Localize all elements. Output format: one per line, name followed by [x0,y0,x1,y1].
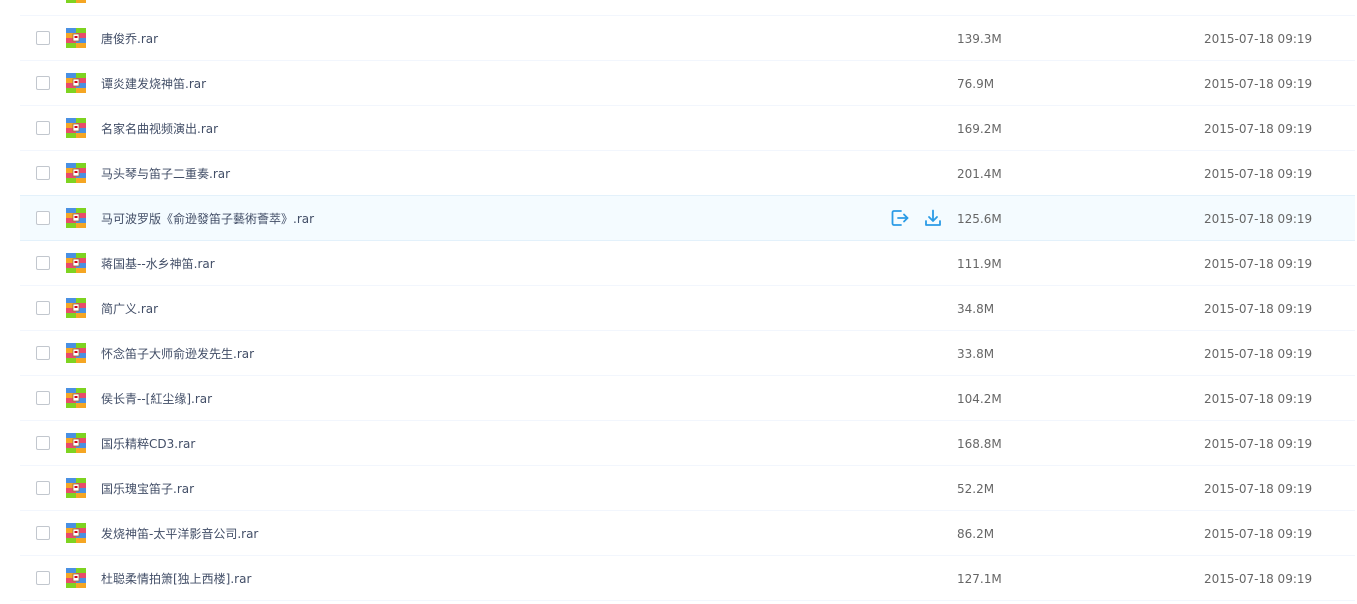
row-checkbox[interactable] [36,211,50,225]
row-checkbox[interactable] [36,301,50,315]
rar-archive-icon [66,433,86,453]
file-size: 139.3M [957,32,1002,46]
row-actions [890,208,946,228]
file-size: 168.8M [957,437,1002,451]
file-date: 2015-07-18 09:19 [1204,77,1313,91]
file-size: 76.9M [957,77,995,91]
row-checkbox[interactable] [36,166,50,180]
file-size: 34.8M [957,302,995,316]
file-row[interactable]: 蒋国基--水乡神笛.rar 111.9M 2015-07-18 09:19 [20,241,1357,286]
file-row[interactable]: 唐俊乔.rar 139.3M 2015-07-18 09:19 [20,16,1357,61]
file-row[interactable]: 怀念笛子大师俞逊发先生.rar 33.8M 2015-07-18 09:19 [20,331,1357,376]
file-date: 2015-07-18 09:19 [1204,482,1313,496]
row-checkbox[interactable] [36,76,50,90]
file-date: 2015-07-18 09:19 [1204,32,1313,46]
row-checkbox[interactable] [36,436,50,450]
file-name[interactable]: 马可波罗版《俞逊發笛子藝術薈萃》.rar [101,211,314,227]
file-row[interactable]: 侯长青--[紅尘缘].rar 104.2M 2015-07-18 09:19 [20,376,1357,421]
file-date: 2015-07-18 09:19 [1204,257,1313,271]
rar-archive-icon [66,298,86,318]
file-row[interactable]: 名家名曲视频演出.rar 169.2M 2015-07-18 09:19 [20,106,1357,151]
file-name[interactable]: 名家名曲视频演出.rar [101,121,218,137]
rar-archive-icon [66,253,86,273]
file-name[interactable]: 国乐瑰宝笛子.rar [101,481,194,497]
file-row[interactable] [20,0,1357,16]
file-name[interactable]: 侯长青--[紅尘缘].rar [101,391,212,407]
file-name[interactable]: 唐俊乔.rar [101,31,158,47]
share-icon[interactable] [890,208,910,228]
file-date: 2015-07-18 09:19 [1204,392,1313,406]
file-size: 169.2M [957,122,1002,136]
row-checkbox[interactable] [36,481,50,495]
file-row[interactable]: 国乐瑰宝笛子.rar 52.2M 2015-07-18 09:19 [20,466,1357,511]
file-row[interactable]: 国乐精粹CD3.rar 168.8M 2015-07-18 09:19 [20,421,1357,466]
file-date: 2015-07-18 09:19 [1204,122,1313,136]
file-name[interactable]: 怀念笛子大师俞逊发先生.rar [101,346,254,362]
file-row[interactable]: 杜聪柔情拍箫[独上西楼].rar 127.1M 2015-07-18 09:19 [20,556,1357,601]
file-name[interactable]: 谭炎建发烧神笛.rar [101,76,206,92]
rar-archive-icon [66,388,86,408]
file-name[interactable]: 国乐精粹CD3.rar [101,436,195,452]
file-date: 2015-07-18 09:19 [1204,572,1313,586]
rar-archive-icon [66,343,86,363]
rar-archive-icon [66,523,86,543]
file-size: 201.4M [957,167,1002,181]
file-name[interactable]: 简广义.rar [101,301,158,317]
file-date: 2015-07-18 09:19 [1204,437,1313,451]
file-size: 33.8M [957,347,995,361]
rar-archive-icon [66,28,86,48]
file-date: 2015-07-18 09:19 [1204,212,1313,226]
file-size: 127.1M [957,572,1002,586]
row-checkbox[interactable] [36,346,50,360]
download-icon[interactable] [923,208,943,228]
file-date: 2015-07-18 09:19 [1204,527,1313,541]
row-checkbox[interactable] [36,391,50,405]
file-size: 125.6M [957,212,1002,226]
row-checkbox[interactable] [36,526,50,540]
row-checkbox[interactable] [36,31,50,45]
file-name[interactable]: 发烧神笛-太平洋影音公司.rar [101,526,258,542]
file-size: 111.9M [957,257,1002,271]
file-date: 2015-07-18 09:19 [1204,302,1313,316]
rar-archive-icon [66,73,86,93]
row-checkbox[interactable] [36,256,50,270]
rar-archive-icon [66,208,86,228]
rar-archive-icon [66,568,86,588]
file-row[interactable]: 马头琴与笛子二重奏.rar 201.4M 2015-07-18 09:19 [20,151,1357,196]
file-row[interactable]: 马可波罗版《俞逊發笛子藝術薈萃》.rar 125.6M 2015-07-18 0… [20,195,1357,241]
rar-archive-icon [66,478,86,498]
file-list: 唐俊乔.rar 139.3M 2015-07-18 09:19 谭炎建发烧神笛.… [20,0,1357,601]
file-name[interactable]: 杜聪柔情拍箫[独上西楼].rar [101,571,251,587]
file-date: 2015-07-18 09:19 [1204,347,1313,361]
file-date: 2015-07-18 09:19 [1204,167,1313,181]
file-name[interactable]: 蒋国基--水乡神笛.rar [101,256,215,272]
file-row[interactable]: 谭炎建发烧神笛.rar 76.9M 2015-07-18 09:19 [20,61,1357,106]
rar-archive-icon [66,163,86,183]
file-size: 86.2M [957,527,995,541]
row-checkbox[interactable] [36,571,50,585]
file-row[interactable]: 简广义.rar 34.8M 2015-07-18 09:19 [20,286,1357,331]
row-checkbox[interactable] [36,121,50,135]
file-name[interactable]: 马头琴与笛子二重奏.rar [101,166,230,182]
file-row[interactable]: 发烧神笛-太平洋影音公司.rar 86.2M 2015-07-18 09:19 [20,511,1357,556]
file-size: 52.2M [957,482,995,496]
rar-archive-icon [66,118,86,138]
rar-archive-icon [66,0,86,3]
file-size: 104.2M [957,392,1002,406]
